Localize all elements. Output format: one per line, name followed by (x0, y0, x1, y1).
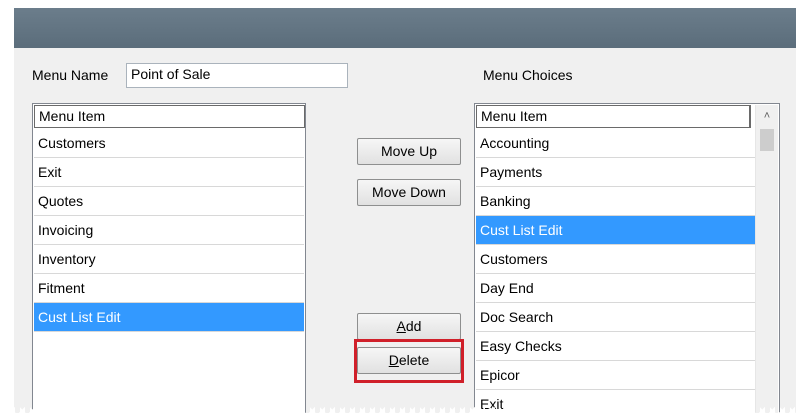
move-down-button[interactable]: Move Down (357, 179, 461, 206)
add-button-label: dd (405, 318, 422, 334)
menu-choice-row[interactable]: Doc Search (476, 303, 755, 332)
menu-choices-scrollbar[interactable]: ˄ (755, 105, 778, 413)
menu-items-column-header[interactable]: Menu Item (34, 105, 305, 128)
menu-choice-row[interactable]: Payments (476, 158, 755, 187)
title-bar (14, 8, 796, 48)
menu-choice-row[interactable]: Easy Checks (476, 332, 755, 361)
torn-edge-left (6, 0, 18, 413)
menu-choice-row[interactable]: Banking (476, 187, 755, 216)
menu-choices-column-header[interactable]: Menu Item (476, 105, 751, 128)
menu-name-input[interactable]: Point of Sale (126, 63, 348, 88)
menu-item-row[interactable]: Quotes (34, 187, 304, 216)
chevron-up-icon[interactable]: ˄ (756, 105, 778, 127)
menu-choices-list[interactable]: Menu Item Accounting Payments Banking Cust … (474, 103, 780, 413)
add-button[interactable]: Add (357, 313, 461, 340)
menu-item-row[interactable]: Invoicing (34, 216, 304, 245)
menu-name-label: Menu Name (32, 67, 109, 83)
menu-choice-row[interactable]: Cust List Edit (476, 216, 755, 245)
delete-callout-highlight (354, 339, 464, 383)
menu-choices-rows: Accounting Payments Banking Cust List Edit C… (476, 129, 755, 413)
menu-item-row[interactable]: Inventory (34, 245, 304, 274)
menu-item-row[interactable]: Exit (34, 158, 304, 187)
menu-item-row[interactable]: Cust List Edit (34, 303, 304, 332)
menu-item-row[interactable]: Customers (34, 129, 304, 158)
menu-choices-label: Menu Choices (483, 67, 573, 83)
menu-items-rows: Customers Exit Quotes Invoicing Inventory Fit… (34, 129, 304, 332)
torn-edge-bottom (0, 403, 796, 413)
menu-choice-row[interactable]: Accounting (476, 129, 755, 158)
move-up-button[interactable]: Move Up (357, 138, 461, 165)
menu-choice-row[interactable]: Day End (476, 274, 755, 303)
menu-item-row[interactable]: Fitment (34, 274, 304, 303)
menu-items-list[interactable]: Menu Item Customers Exit Quotes Invoicing In… (32, 103, 306, 413)
menu-choice-row[interactable]: Epicor (476, 361, 755, 390)
scroll-thumb[interactable] (760, 129, 774, 151)
add-button-accelerator: A (396, 318, 406, 334)
menu-editor-window: Menu Name Point of Sale Menu Choices Men… (14, 8, 796, 413)
menu-choice-row[interactable]: Customers (476, 245, 755, 274)
